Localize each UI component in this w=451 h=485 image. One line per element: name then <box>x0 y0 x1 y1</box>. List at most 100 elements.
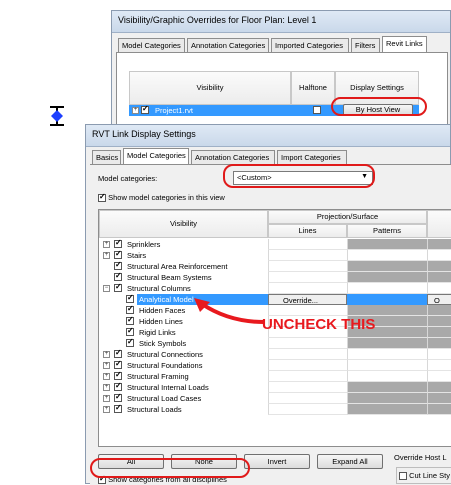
expand-icon[interactable]: + <box>103 395 110 402</box>
custom-dropdown-oval <box>223 164 375 188</box>
override-button[interactable]: Override... <box>268 294 347 305</box>
table-row[interactable]: + Structural Loads <box>99 403 451 415</box>
cut-line-checkbox[interactable] <box>399 472 407 481</box>
table-row[interactable]: Structural Area Reinforcement <box>99 260 451 272</box>
category-label: Stick Symbols <box>139 339 187 348</box>
next-cell <box>427 305 451 316</box>
next-cell <box>427 272 451 283</box>
category-checkbox[interactable] <box>126 293 134 303</box>
next-cell <box>427 250 451 261</box>
tab-annotation-categories[interactable]: Annotation Categories <box>187 38 269 52</box>
expand-icon[interactable]: + <box>103 252 110 259</box>
category-checkbox[interactable] <box>126 326 134 336</box>
category-label: Structural Framing <box>127 372 189 381</box>
tab-basics[interactable]: Basics <box>92 150 121 164</box>
expand-icon[interactable]: + <box>103 384 110 391</box>
category-checkbox[interactable] <box>114 370 122 380</box>
lines-cell <box>268 382 347 393</box>
category-checkbox[interactable] <box>114 260 122 270</box>
tab-revit-links[interactable]: Revit Links <box>382 36 427 52</box>
table-row[interactable]: Structural Beam Systems <box>99 271 451 283</box>
table-row[interactable]: + Structural Framing <box>99 370 451 382</box>
table-row[interactable]: Stick Symbols <box>99 337 451 349</box>
category-checkbox[interactable] <box>114 282 122 292</box>
show-in-view-checkbox[interactable] <box>98 192 106 203</box>
patterns-cell <box>347 371 427 382</box>
tab-imported-categories[interactable]: Imported Categories <box>271 38 349 52</box>
link-name: Project1.rvt <box>155 106 193 115</box>
override-button-next[interactable]: O <box>427 294 451 305</box>
patterns-cell <box>347 239 427 250</box>
uncheck-this-annotation: UNCHECK THIS <box>262 316 376 333</box>
table-row[interactable]: + Stairs <box>99 249 451 261</box>
next-cell <box>427 349 451 360</box>
category-checkbox[interactable] <box>114 403 122 413</box>
model-categories-label: Model categories: <box>98 174 158 183</box>
table-row[interactable]: + Structural Connections <box>99 348 451 360</box>
category-checkbox[interactable] <box>114 392 122 402</box>
category-checkbox[interactable] <box>114 359 122 369</box>
halftone-checkbox[interactable] <box>313 106 321 114</box>
next-column-header <box>427 210 451 238</box>
category-label: Stairs <box>127 251 147 260</box>
expand-icon[interactable]: + <box>103 406 110 413</box>
category-checkbox[interactable] <box>126 315 134 325</box>
expand-icon[interactable]: + <box>103 362 110 369</box>
expand-icon[interactable]: − <box>103 285 110 292</box>
category-checkbox[interactable] <box>114 381 122 391</box>
category-label: Rigid Links <box>139 328 176 337</box>
patterns-cell <box>347 393 427 404</box>
invert-button[interactable]: Invert <box>244 454 310 469</box>
table-row[interactable]: − Structural Columns <box>99 282 451 294</box>
category-checkbox[interactable] <box>114 271 122 281</box>
patterns-cell <box>347 283 427 294</box>
patterns-cell <box>347 305 427 316</box>
red-arrow-icon <box>194 298 265 324</box>
table-visibility-header: Visibility <box>99 210 268 238</box>
patterns-cell <box>347 382 427 393</box>
expand-all-button[interactable]: Expand All <box>317 454 383 469</box>
split-handle-icon[interactable] <box>49 106 65 126</box>
table-row[interactable]: Analytical ModelOverride...O <box>99 293 451 305</box>
expand-icon[interactable]: + <box>103 241 110 248</box>
tab-import-categories[interactable]: Import Categories <box>277 150 347 164</box>
table-row[interactable]: + Structural Internal Loads <box>99 381 451 393</box>
tab-filters[interactable]: Filters <box>351 38 380 52</box>
table-row[interactable]: + Structural Load Cases <box>99 392 451 404</box>
tab-rvt-model-categories[interactable]: Model Categories <box>123 148 189 164</box>
table-row[interactable]: + Structural Foundations <box>99 359 451 371</box>
tab-model-categories[interactable]: Model Categories <box>118 38 185 52</box>
rvt-dialog-title: RVT Link Display Settings <box>86 125 450 147</box>
expand-icon[interactable]: + <box>103 373 110 380</box>
by-host-view-oval <box>331 97 427 116</box>
patterns-cell <box>347 250 427 261</box>
category-label: Hidden Faces <box>139 306 186 315</box>
category-label: Hidden Lines <box>139 317 183 326</box>
category-checkbox[interactable] <box>114 249 122 259</box>
category-label: Structural Area Reinforcement <box>127 262 228 271</box>
category-checkbox[interactable] <box>114 238 122 248</box>
tab-rvt-annotation-categories[interactable]: Annotation Categories <box>191 150 275 164</box>
expand-icon[interactable]: + <box>103 351 110 358</box>
category-checkbox[interactable] <box>126 304 134 314</box>
lines-cell <box>268 261 347 272</box>
next-cell <box>427 371 451 382</box>
category-label: Sprinklers <box>127 240 161 249</box>
col-halftone-header: Halftone <box>291 71 335 105</box>
lines-cell <box>268 404 347 415</box>
table-row[interactable]: + Sprinklers <box>99 238 451 250</box>
next-cell <box>427 283 451 294</box>
show-in-view-option[interactable]: Show model categories in this view <box>98 192 225 203</box>
category-checkbox[interactable] <box>126 337 134 347</box>
expand-icon[interactable]: + <box>132 107 139 114</box>
next-cell <box>427 239 451 250</box>
lines-cell <box>268 371 347 382</box>
table-row[interactable]: Hidden Faces <box>99 304 451 316</box>
lines-cell <box>268 338 347 349</box>
patterns-cell <box>347 404 427 415</box>
category-checkbox[interactable] <box>114 348 122 358</box>
lines-cell <box>268 349 347 360</box>
cut-line-styles-option[interactable]: Cut Line Sty <box>396 467 451 484</box>
link-visible-checkbox[interactable] <box>141 104 149 114</box>
next-cell <box>427 404 451 415</box>
